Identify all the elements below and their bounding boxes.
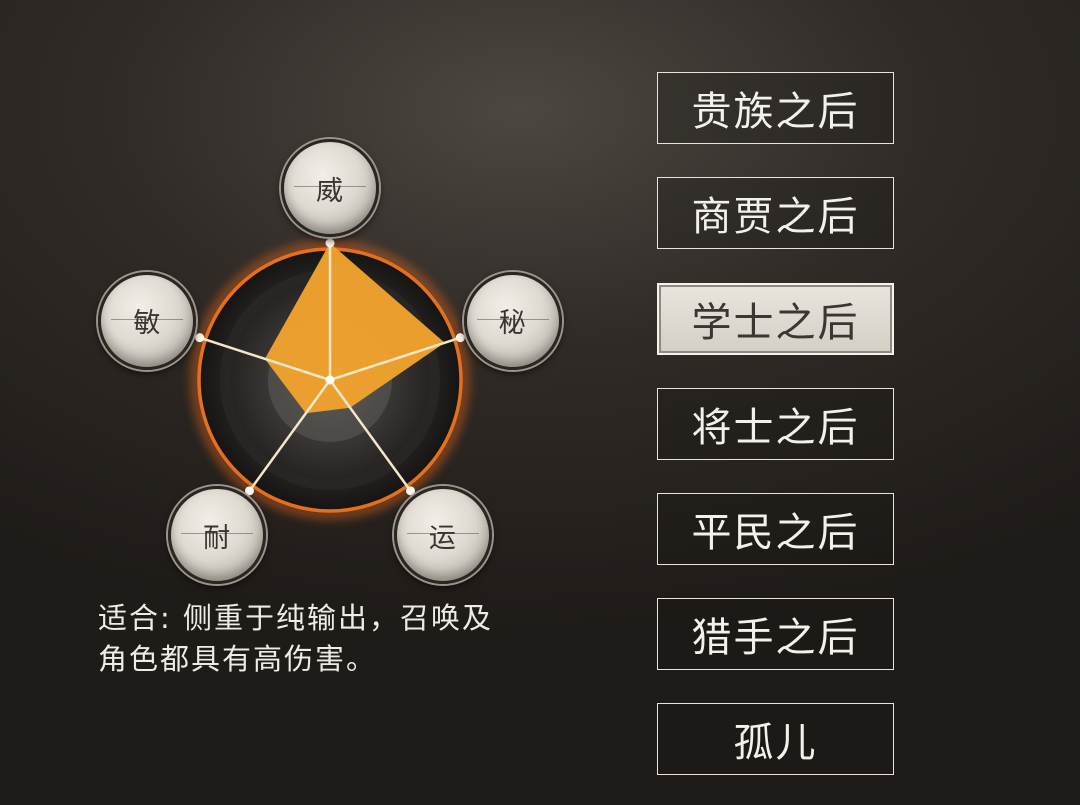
description-line-2: 角色都具有高伤害。 <box>98 642 378 676</box>
stat-label-nai: 耐 <box>203 522 232 554</box>
origin-description: 适合: 侧重于纯输出，召唤及 角色都具有高伤害。 <box>98 598 588 680</box>
stat-node-min: 敏 <box>98 271 197 370</box>
stat-label-min: 敏 <box>133 308 162 340</box>
radar-vertex-nai <box>244 486 254 496</box>
radar-vertex-min <box>195 333 205 343</box>
origin-label: 孤儿 <box>733 720 818 766</box>
origin-label: 贵族之后 <box>691 89 860 135</box>
origin-label: 猎手之后 <box>691 615 860 661</box>
origin-button-orphan[interactable]: 孤儿 <box>657 703 894 775</box>
origin-button-merchant[interactable]: 商贾之后 <box>657 177 894 249</box>
origin-button-soldier[interactable]: 将士之后 <box>657 388 894 460</box>
origin-button-scholar[interactable]: 学士之后 <box>657 283 894 355</box>
stat-node-mi: 秘 <box>463 271 562 370</box>
radar-center-dot <box>325 375 335 385</box>
stat-node-wei: 威 <box>281 139 379 237</box>
stat-label-yun: 运 <box>428 522 457 554</box>
origin-button-hunter[interactable]: 猎手之后 <box>657 598 894 670</box>
origin-label: 商贾之后 <box>691 194 860 240</box>
origin-label: 学士之后 <box>691 300 860 346</box>
radar-vertex-yun <box>406 486 416 496</box>
stat-node-yun: 运 <box>393 486 492 585</box>
description-line-1: 适合: 侧重于纯输出，召唤及 <box>98 601 493 635</box>
radar-vertex-wei <box>325 238 335 248</box>
radar-vertex-mi <box>455 333 465 343</box>
origin-button-noble[interactable]: 贵族之后 <box>657 72 894 144</box>
stat-node-nai: 耐 <box>168 486 267 585</box>
stat-label-wei: 威 <box>316 175 344 207</box>
origin-label: 平民之后 <box>691 510 860 556</box>
origin-button-commoner[interactable]: 平民之后 <box>657 493 894 565</box>
stat-label-mi: 秘 <box>498 308 527 340</box>
origin-label: 将士之后 <box>691 405 860 451</box>
